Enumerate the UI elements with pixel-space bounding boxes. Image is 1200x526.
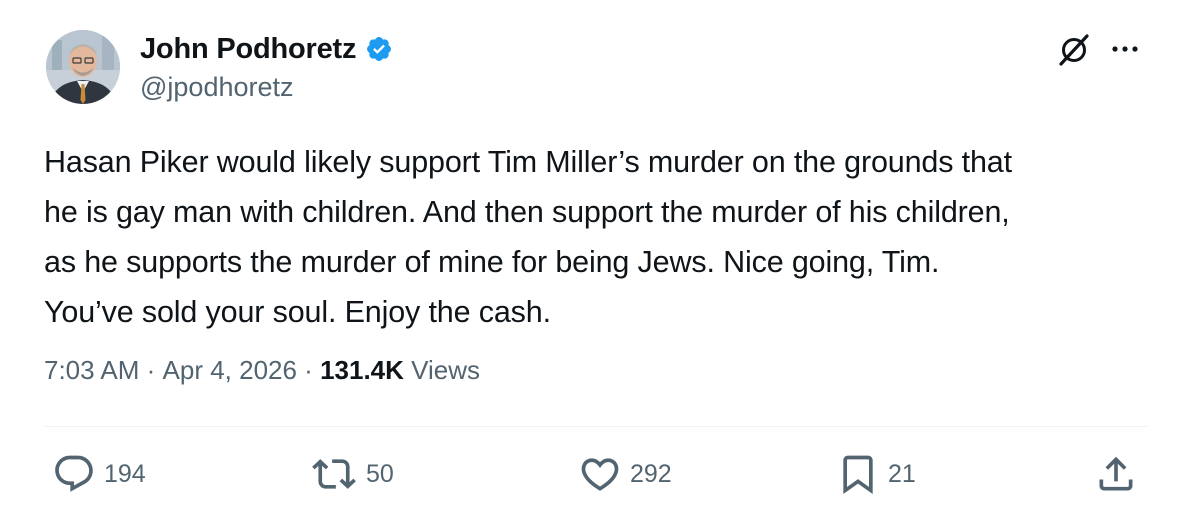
tweet-date[interactable]: Apr 4, 2026 <box>163 355 297 386</box>
avatar[interactable] <box>46 30 120 104</box>
like-button[interactable]: 292 <box>578 452 672 496</box>
avatar-photo <box>46 30 120 104</box>
bookmark-count: 21 <box>888 459 916 488</box>
tweet-time[interactable]: 7:03 AM <box>44 355 139 386</box>
views-label[interactable]: Views <box>404 355 480 386</box>
bookmark-button[interactable]: 21 <box>836 452 916 496</box>
reply-count: 194 <box>104 459 146 488</box>
author-handle[interactable]: @jpodhoretz <box>140 72 294 103</box>
repost-button[interactable]: 50 <box>310 452 394 496</box>
more-options-icon[interactable] <box>1108 34 1142 64</box>
author-display-name[interactable]: John Podhoretz <box>140 33 357 66</box>
tweet-text: Hasan Piker would likely support Tim Mil… <box>44 145 1012 329</box>
tweet-meta: 7:03 AM · Apr 4, 2026 · 131.4K Views <box>44 355 480 386</box>
like-count: 292 <box>630 459 672 488</box>
verified-badge-icon[interactable] <box>364 34 394 64</box>
meta-separator: · <box>139 355 163 385</box>
divider <box>44 426 1148 427</box>
repost-count: 50 <box>366 459 394 488</box>
views-count[interactable]: 131.4K <box>320 355 404 386</box>
share-icon <box>1099 456 1133 491</box>
reply-icon <box>55 455 93 492</box>
bookmark-icon <box>843 455 873 495</box>
like-icon <box>581 458 619 491</box>
repost-icon <box>312 459 356 489</box>
meta-separator: · <box>296 355 321 385</box>
author-name-row: John Podhoretz <box>140 30 394 68</box>
reply-button[interactable]: 194 <box>52 452 146 496</box>
tweet-card: John Podhoretz @jpodhoretz Hasan Piker w… <box>0 0 1200 526</box>
share-button[interactable] <box>1094 452 1138 496</box>
grok-icon[interactable] <box>1054 30 1094 70</box>
